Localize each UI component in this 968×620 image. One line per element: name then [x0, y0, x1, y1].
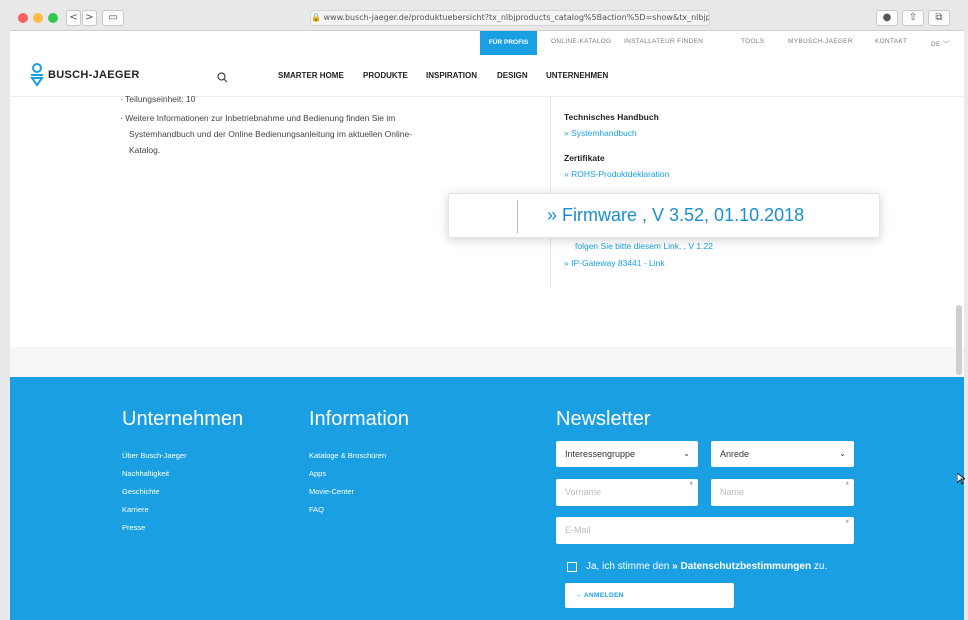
footer-unternehmen-title: Unternehmen — [122, 408, 244, 430]
nav-kontakt[interactable]: KONTAKT — [875, 38, 907, 45]
minimize-window-button[interactable] — [33, 13, 43, 23]
footer-link-geschichte[interactable]: Geschichte — [122, 487, 160, 496]
anrede-select[interactable]: Anrede ⌄ — [711, 441, 854, 467]
vorname-placeholder: Vorname — [565, 487, 602, 497]
ip-gateway-link[interactable]: » IP-Gateway 83441 - Link — [564, 258, 665, 268]
nav-design[interactable]: DESIGN — [497, 71, 528, 80]
vorname-field[interactable]: Vorname * — [556, 479, 698, 506]
detail-info-line-1: · Weitere Informationen zur Inbetriebnah… — [120, 113, 396, 123]
footer-link-faq[interactable]: FAQ — [309, 505, 324, 514]
technisches-handbuch-heading: Technisches Handbuch — [564, 112, 659, 122]
footer-link-apps[interactable]: Apps — [309, 469, 326, 478]
page-scrollbar[interactable] — [956, 305, 962, 375]
browser-window: < > ▭ 🔒 www.busch-jaeger.de/produktueber… — [10, 5, 964, 620]
sidebar-icon[interactable]: ▭ — [102, 10, 124, 26]
zertifikate-heading: Zertifikate — [564, 153, 605, 163]
callout-divider — [517, 200, 518, 233]
detail-teilungseinheit: · Teilungseinheit: 10 — [120, 94, 196, 104]
nav-unternehmen[interactable]: UNTERNEHMEN — [546, 71, 608, 80]
rohs-link[interactable]: » ROHS-Produktdeklaration — [564, 169, 669, 179]
newsletter-title: Newsletter — [556, 408, 651, 430]
name-placeholder: Name — [720, 487, 745, 497]
nav-online-katalog[interactable]: ONLINE-KATALOG — [551, 38, 611, 45]
detail-info-line-3: Katalog. — [129, 145, 161, 155]
footer-link-kataloge[interactable]: Kataloge & Broschüren — [309, 451, 386, 460]
footer-link-nachhaltigkeit[interactable]: Nachhaltigkeit — [122, 469, 169, 478]
nav-installateur-finden[interactable]: INSTALLATEUR FINDEN — [624, 38, 703, 45]
address-bar[interactable]: 🔒 www.busch-jaeger.de/produktuebersicht?… — [310, 10, 710, 26]
footer-information-title: Information — [309, 408, 410, 430]
nav-tools[interactable]: TOOLS — [741, 38, 764, 45]
nav-mybusch-jaeger[interactable]: MYBUSCH-JAEGER — [788, 38, 853, 45]
language-label: DE — [931, 41, 941, 48]
logo-text[interactable]: BUSCH-JAEGER — [48, 69, 140, 81]
consent-text: Ja, ich stimme den » Datenschutzbestimmu… — [586, 561, 827, 572]
nav-fuer-profis[interactable]: FÜR PROFIS — [480, 31, 537, 55]
chevron-down-icon: ⌄ — [839, 449, 846, 458]
browser-toolbar: < > ▭ 🔒 www.busch-jaeger.de/produktueber… — [10, 5, 964, 31]
firmware-callout[interactable]: » Firmware , V 3.52, 01.10.2018 — [448, 193, 880, 238]
consent-post: zu. — [811, 561, 828, 572]
required-asterisk: * — [689, 480, 693, 490]
nav-produkte[interactable]: PRODUKTE — [363, 71, 408, 80]
nav-inspiration[interactable]: INSPIRATION — [426, 71, 477, 80]
forward-button[interactable]: > — [82, 10, 97, 26]
mouse-cursor-icon — [956, 470, 967, 489]
consent-checkbox[interactable] — [567, 562, 577, 572]
maximize-window-button[interactable] — [48, 13, 58, 23]
required-asterisk: * — [845, 518, 849, 528]
footer-link-ueber[interactable]: Über Busch-Jaeger — [122, 451, 187, 460]
name-field[interactable]: Name * — [711, 479, 854, 506]
follow-link[interactable]: folgen Sie bitte diesem Link. , V 1.22 — [575, 241, 713, 251]
search-icon[interactable] — [217, 68, 228, 87]
nav-smarter-home[interactable]: SMARTER HOME — [278, 71, 344, 80]
anrede-value: Anrede — [720, 449, 750, 459]
chevron-down-icon: ⌄ — [683, 449, 690, 458]
section-spacer — [10, 347, 964, 377]
back-button[interactable]: < — [66, 10, 81, 26]
required-asterisk: * — [845, 480, 849, 490]
firmware-link[interactable]: » Firmware , V 3.52, 01.10.2018 — [547, 205, 804, 226]
column-divider — [550, 97, 551, 287]
tabs-icon[interactable]: ⧉ — [928, 10, 950, 26]
download-icon[interactable]: ● — [876, 10, 898, 26]
language-select[interactable]: DE ﹀ — [931, 38, 950, 48]
email-field[interactable]: E-Mail * — [556, 517, 854, 544]
interessengruppe-select[interactable]: Interessengruppe ⌄ — [556, 441, 698, 467]
footer-link-karriere[interactable]: Karriere — [122, 505, 149, 514]
detail-info-line-2: Systemhandbuch und der Online Bedienungs… — [129, 129, 413, 139]
consent-pre: Ja, ich stimme den — [586, 561, 673, 572]
close-window-button[interactable] — [18, 13, 28, 23]
interessengruppe-value: Interessengruppe — [565, 449, 636, 459]
url-text: www.busch-jaeger.de/produktuebersicht?tx… — [323, 13, 710, 22]
datenschutz-link[interactable]: » Datenschutzbestimmungen — [672, 561, 811, 572]
footer-link-movie-center[interactable]: Movie-Center — [309, 487, 354, 496]
share-icon[interactable]: ⇧ — [902, 10, 924, 26]
footer-link-presse[interactable]: Presse — [122, 523, 145, 532]
busch-jaeger-logo-icon[interactable] — [30, 63, 44, 91]
systemhandbuch-link[interactable]: » Systemhandbuch — [564, 128, 637, 138]
anmelden-button[interactable]: → ANMELDEN — [565, 583, 734, 608]
email-placeholder: E-Mail — [565, 525, 591, 535]
